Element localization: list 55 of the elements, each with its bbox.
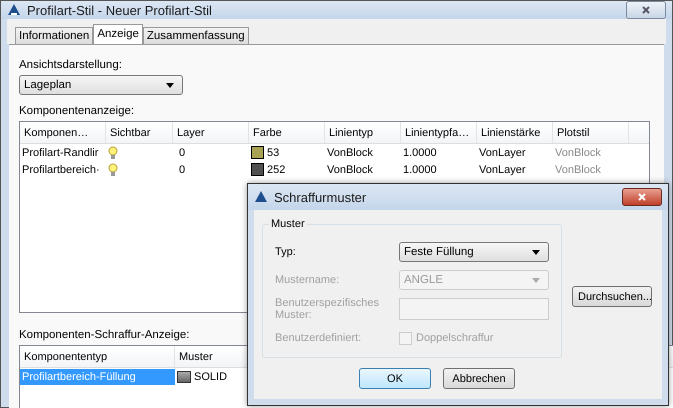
table-cell-text: 1.0000 bbox=[402, 146, 438, 158]
cancel-button[interactable]: Abbrechen bbox=[443, 368, 515, 389]
table-cell-text: VonBlock bbox=[554, 146, 602, 158]
close-icon bbox=[637, 192, 647, 202]
column-header[interactable]: Sichtbar bbox=[106, 122, 173, 143]
pattern-swatch-icon bbox=[177, 370, 191, 382]
field-label: Benutzerspezifisches Muster: bbox=[275, 297, 380, 321]
table-cell-text: VonBlock bbox=[554, 164, 602, 176]
column-header[interactable]: Plotstil bbox=[553, 122, 629, 143]
dialog-title: Schraffurmuster bbox=[274, 190, 368, 204]
tab[interactable]: Informationen bbox=[15, 27, 94, 44]
column-header[interactable]: Linienstärke bbox=[477, 122, 553, 143]
column-header[interactable]: Komponententyp bbox=[20, 346, 175, 367]
column-header[interactable]: Layer bbox=[173, 122, 249, 143]
tab[interactable]: Anzeige bbox=[93, 24, 143, 44]
components-label: Komponentenanzeige: bbox=[19, 105, 134, 117]
dropdown-arrow-icon bbox=[532, 278, 540, 282]
view-dropdown[interactable]: Lageplan bbox=[19, 75, 183, 95]
column-header[interactable]: Farbe bbox=[249, 122, 325, 143]
lightbulb-icon[interactable] bbox=[108, 146, 118, 160]
table-cell-text: VonBlock bbox=[326, 146, 374, 158]
type-dropdown[interactable]: Feste Füllung bbox=[399, 242, 549, 262]
table-cell-text: VonLayer bbox=[478, 164, 526, 176]
view-label: Ansichtsdarstellung: bbox=[19, 59, 122, 71]
checkbox-label: Doppelschraffur bbox=[416, 332, 494, 344]
close-icon bbox=[641, 5, 651, 15]
table-cell: SOLID bbox=[194, 370, 228, 382]
dropdown-arrow-icon bbox=[166, 82, 174, 88]
hatch-label: Komponenten-Schraffur-Anzeige: bbox=[19, 329, 190, 341]
browse-button[interactable]: Durchsuchen... bbox=[572, 286, 652, 307]
column-header[interactable]: Linientypfa… bbox=[401, 122, 477, 143]
app-logo-icon bbox=[254, 190, 268, 204]
close-button[interactable] bbox=[622, 188, 662, 206]
close-button[interactable] bbox=[626, 1, 666, 19]
table-cell-text: VonBlock bbox=[326, 164, 374, 176]
column-header[interactable]: Komponen… bbox=[20, 122, 106, 143]
field-label: Typ: bbox=[275, 246, 297, 258]
column-header[interactable]: Linientyp bbox=[325, 122, 401, 143]
table-cell-text: 0 bbox=[178, 164, 186, 176]
table-cell-text: Profilartbereich· bbox=[21, 164, 101, 176]
field-label: Mustername: bbox=[275, 274, 340, 286]
field-label: Benutzerdefiniert: bbox=[275, 332, 362, 344]
table-cell-text: 0 bbox=[178, 146, 186, 158]
lightbulb-icon[interactable] bbox=[108, 162, 118, 176]
app-logo-icon bbox=[7, 3, 21, 17]
table-cell-text: Profilart-Randlir bbox=[21, 146, 100, 158]
table-cell-text: VonLayer bbox=[478, 146, 526, 158]
table-cell-text: 1.0000 bbox=[402, 164, 438, 176]
tab[interactable]: Zusammenfassung bbox=[142, 27, 249, 44]
table-cell: 53 bbox=[267, 146, 280, 158]
group-title: Muster bbox=[269, 218, 307, 230]
ok-button[interactable]: OK bbox=[359, 368, 431, 389]
dropdown-arrow-icon bbox=[532, 250, 540, 254]
table-cell: 252 bbox=[267, 164, 286, 176]
window-title: Profilart-Stil - Neuer Profilart-Stil bbox=[27, 2, 213, 18]
